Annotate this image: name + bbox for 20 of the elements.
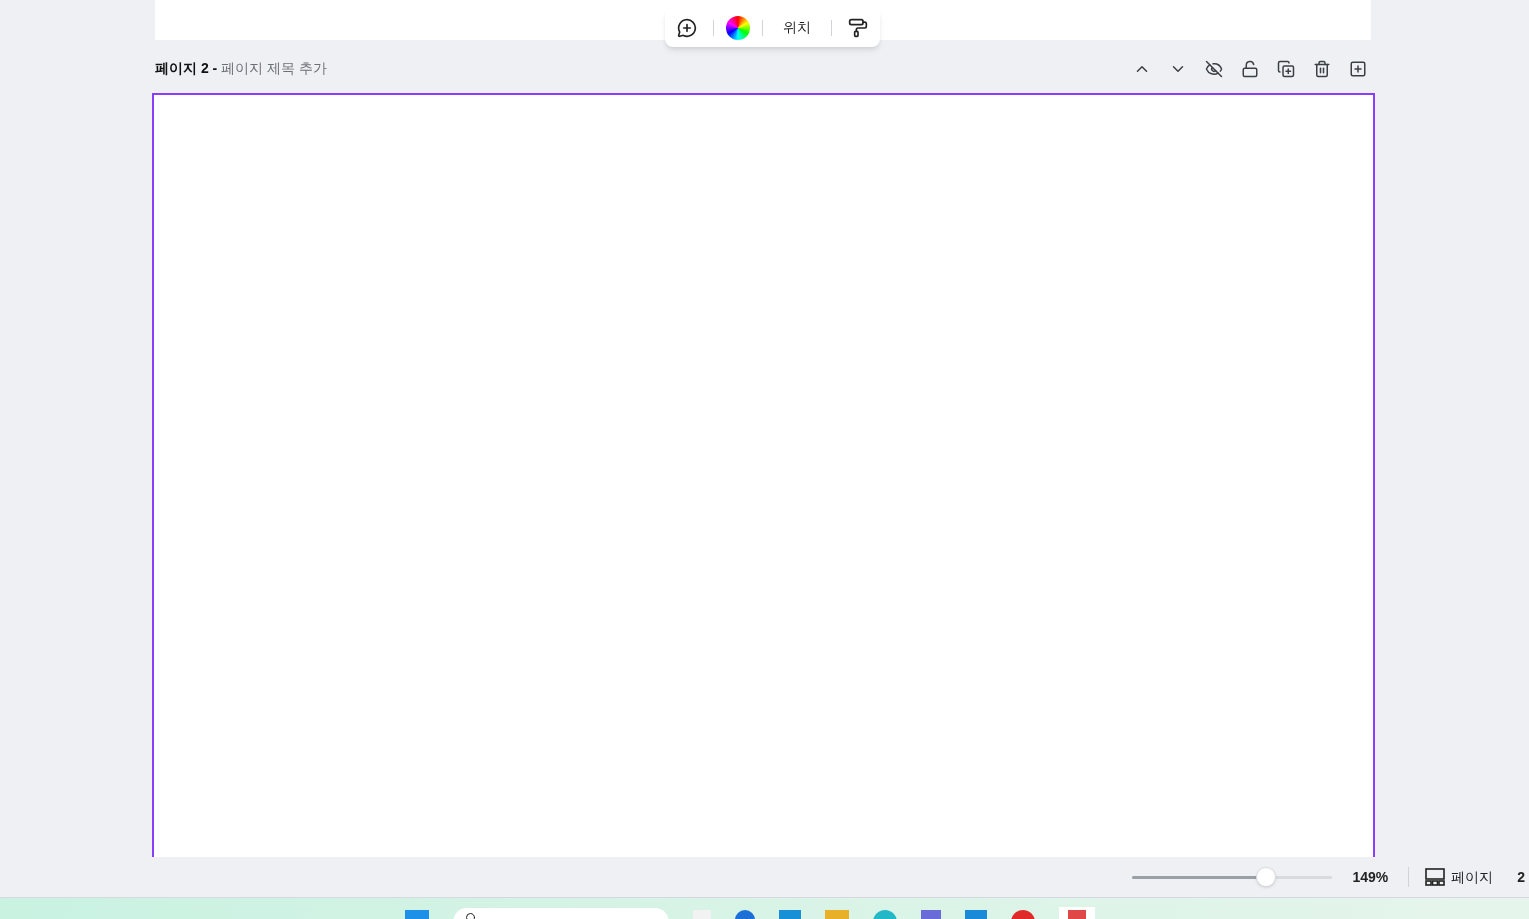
color-wheel-button[interactable] [726,15,750,40]
position-button[interactable]: 위치 [775,17,819,38]
hide-icon[interactable] [1205,59,1223,78]
page-title-field[interactable]: 페이지 제목 추가 [221,58,327,79]
pages-button[interactable]: 페이지 [1425,866,1494,888]
unlock-icon[interactable] [1241,59,1259,78]
start-icon[interactable] [405,910,429,919]
search-field[interactable] [453,908,669,919]
add-page-icon[interactable] [1349,59,1367,78]
taskbar-app-icon[interactable] [1011,910,1035,919]
taskbar-app-icon[interactable] [735,910,755,919]
page-number-label: 페이지 2 - [155,59,218,78]
duplicate-icon[interactable] [1277,59,1295,78]
taskbar-app-icon[interactable] [873,910,897,919]
delete-icon[interactable] [1313,59,1331,78]
page-grid-icon [1425,868,1446,886]
page-count: 2 [1517,867,1525,887]
zoom-slider[interactable] [1132,867,1333,887]
taskbar-app-icon[interactable] [1059,907,1095,919]
zoom-percentage: 149% [1352,867,1389,887]
